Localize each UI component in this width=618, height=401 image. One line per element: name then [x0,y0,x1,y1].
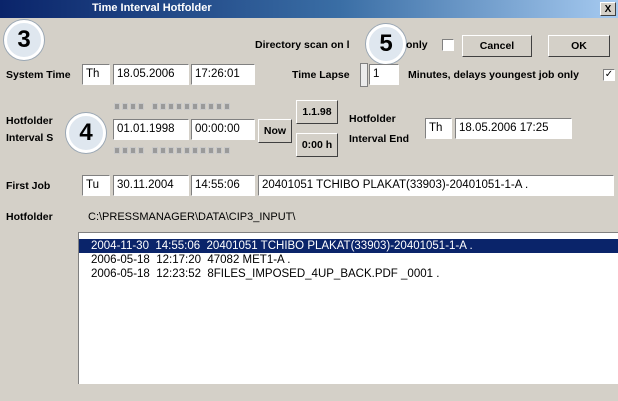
date-spin-ticks-bottom[interactable] [114,147,236,154]
directory-scan-label-tail: only [406,39,428,51]
system-time-time: 17:26:01 [191,64,255,85]
directory-scan-checkbox[interactable] [442,39,454,51]
interval-start-label-2: Interval S [6,132,54,144]
interval-end-label-2: Interval End [349,133,410,145]
interval-end-label-1: Hotfolder [349,113,396,125]
close-button[interactable]: X [600,2,616,16]
time-lapse-label: Time Lapse [292,69,350,81]
interval-start-label-1: Hotfolder [6,115,53,127]
list-item[interactable]: 2004-11-30 14:55:06 20401051 TCHIBO PLAK… [79,239,618,253]
first-job-name: 20401051 TCHIBO PLAKAT(33903)-20401051-1… [258,175,614,196]
system-time-day: Th [82,64,110,85]
ok-button[interactable]: OK [548,35,610,57]
time-lapse-input[interactable]: 1 [369,64,399,85]
list-item[interactable]: 2006-05-18 12:23:52 8FILES_IMPOSED_4UP_B… [79,267,618,281]
cancel-button[interactable]: Cancel [462,35,532,57]
preset-time-button[interactable]: 0:00 h [296,133,338,157]
job-list[interactable]: 2004-11-30 14:55:06 20401051 TCHIBO PLAK… [78,232,618,384]
interval-end-day: Th [425,118,452,139]
time-lapse-spinner[interactable] [360,63,368,87]
interval-end-datetime[interactable]: 18.05.2006 17:25 [455,118,572,139]
callout-3: 3 [4,20,44,60]
callout-5: 5 [366,24,406,64]
first-job-time: 14:55:06 [191,175,255,196]
hotfolder-label: Hotfolder [6,211,53,223]
time-lapse-desc: Minutes, delays youngest job only [408,69,579,81]
interval-start-date[interactable]: 01.01.1998 [113,119,189,140]
system-time-date: 18.05.2006 [113,64,189,85]
window-title: Time Interval Hotfolder [92,2,212,14]
first-job-day: Tu [82,175,110,196]
directory-scan-label: Directory scan on l [255,39,350,51]
time-lapse-checkbox[interactable]: ✓ [603,69,615,81]
system-time-label: System Time [6,69,71,81]
first-job-label: First Job [6,180,51,192]
preset-date-button[interactable]: 1.1.98 [296,100,338,124]
hotfolder-path: C:\PRESSMANAGER\DATA\CIP3_INPUT\ [88,211,296,223]
callout-4: 4 [66,113,106,153]
first-job-date: 30.11.2004 [113,175,189,196]
interval-start-time[interactable]: 00:00:00 [191,119,255,140]
date-spin-ticks-top[interactable] [114,103,236,110]
list-item[interactable]: 2006-05-18 12:17:20 47082 MET1-A . [79,253,618,267]
now-button[interactable]: Now [258,119,292,143]
